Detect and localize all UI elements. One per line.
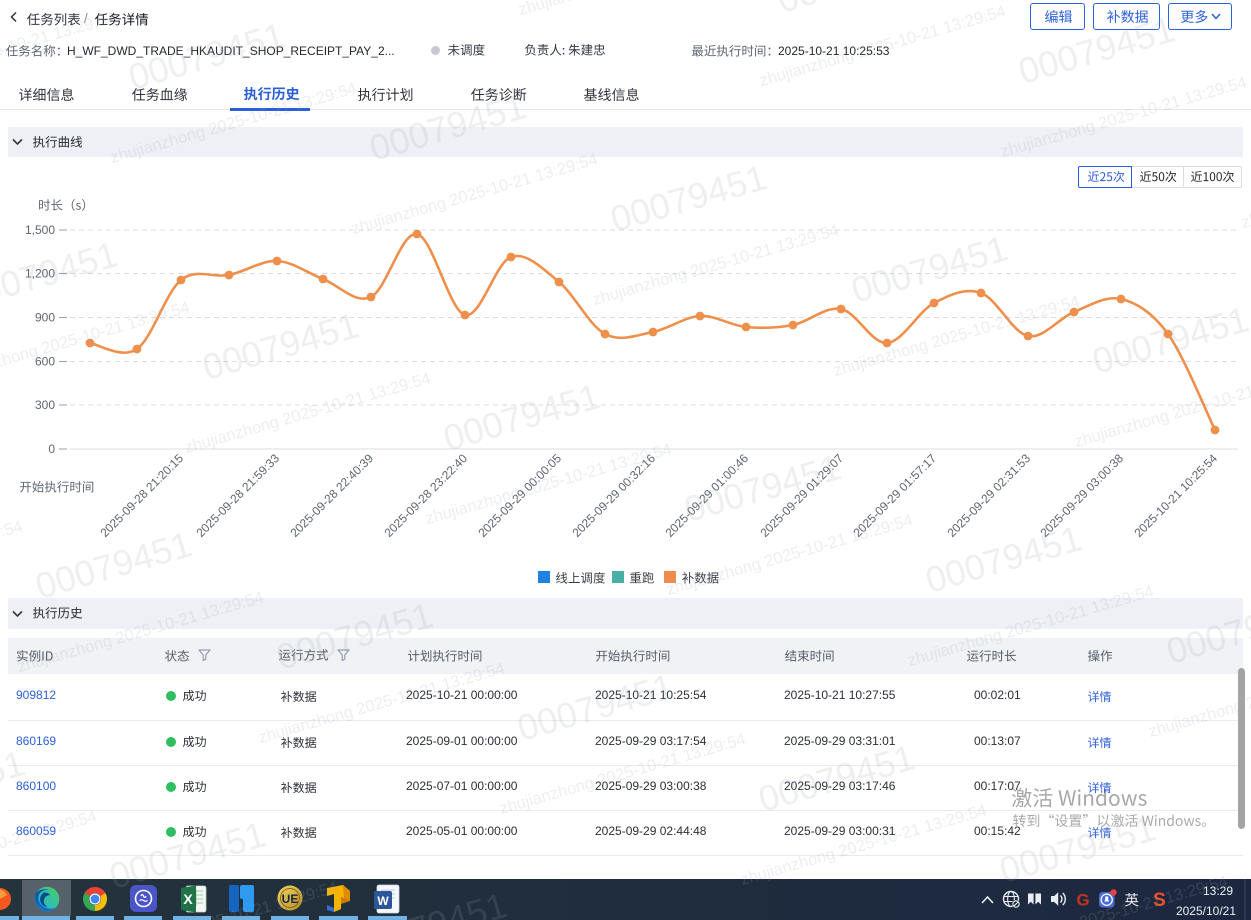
- svg-text:2025-10-21 10:25:54: 2025-10-21 10:25:54: [1131, 451, 1220, 540]
- svg-text:X: X: [183, 891, 193, 907]
- svg-text:2025-09-29 03:00:38: 2025-09-29 03:00:38: [1037, 451, 1126, 540]
- svg-text:600: 600: [35, 355, 55, 369]
- svg-text:2025-09-29 00:00:05: 2025-09-29 00:00:05: [475, 451, 564, 540]
- svg-text:S: S: [1153, 890, 1166, 911]
- svg-text:1,500: 1,500: [25, 223, 55, 237]
- svg-text:G: G: [1076, 891, 1089, 910]
- svg-text:2025-09-28 22:40:39: 2025-09-28 22:40:39: [287, 451, 376, 540]
- svg-text:1,200: 1,200: [25, 267, 55, 281]
- svg-text:900: 900: [35, 311, 55, 325]
- svg-text:2025-09-29 00:32:16: 2025-09-29 00:32:16: [569, 451, 658, 540]
- svg-text:zhujianzhong 2025-10-21 13:29:: zhujianzhong 2025-10-21 13:29:54: [739, 801, 989, 889]
- svg-text:2025/10/21: 2025/10/21: [1176, 904, 1236, 918]
- svg-text:300: 300: [35, 398, 55, 412]
- svg-text:UE: UE: [282, 892, 299, 906]
- svg-text:2025-09-29 01:29:07: 2025-09-29 01:29:07: [757, 451, 846, 540]
- svg-text:2025-09-28 23:22:40: 2025-09-28 23:22:40: [381, 451, 470, 540]
- svg-text:2025-09-28 21:59:33: 2025-09-28 21:59:33: [193, 451, 282, 540]
- svg-text:13:29: 13:29: [1203, 884, 1233, 898]
- svg-text:2025-09-29 02:31:53: 2025-09-29 02:31:53: [944, 451, 1033, 540]
- svg-text:0: 0: [48, 442, 55, 456]
- svg-text:W: W: [377, 894, 389, 908]
- svg-text:2025-09-29 01:00:46: 2025-09-29 01:00:46: [662, 451, 751, 540]
- svg-text:2025-09-29 01:57:17: 2025-09-29 01:57:17: [850, 451, 939, 540]
- svg-text:00079451: 00079451: [754, 736, 919, 820]
- svg-text:2025-09-28 21:20:15: 2025-09-28 21:20:15: [97, 451, 186, 540]
